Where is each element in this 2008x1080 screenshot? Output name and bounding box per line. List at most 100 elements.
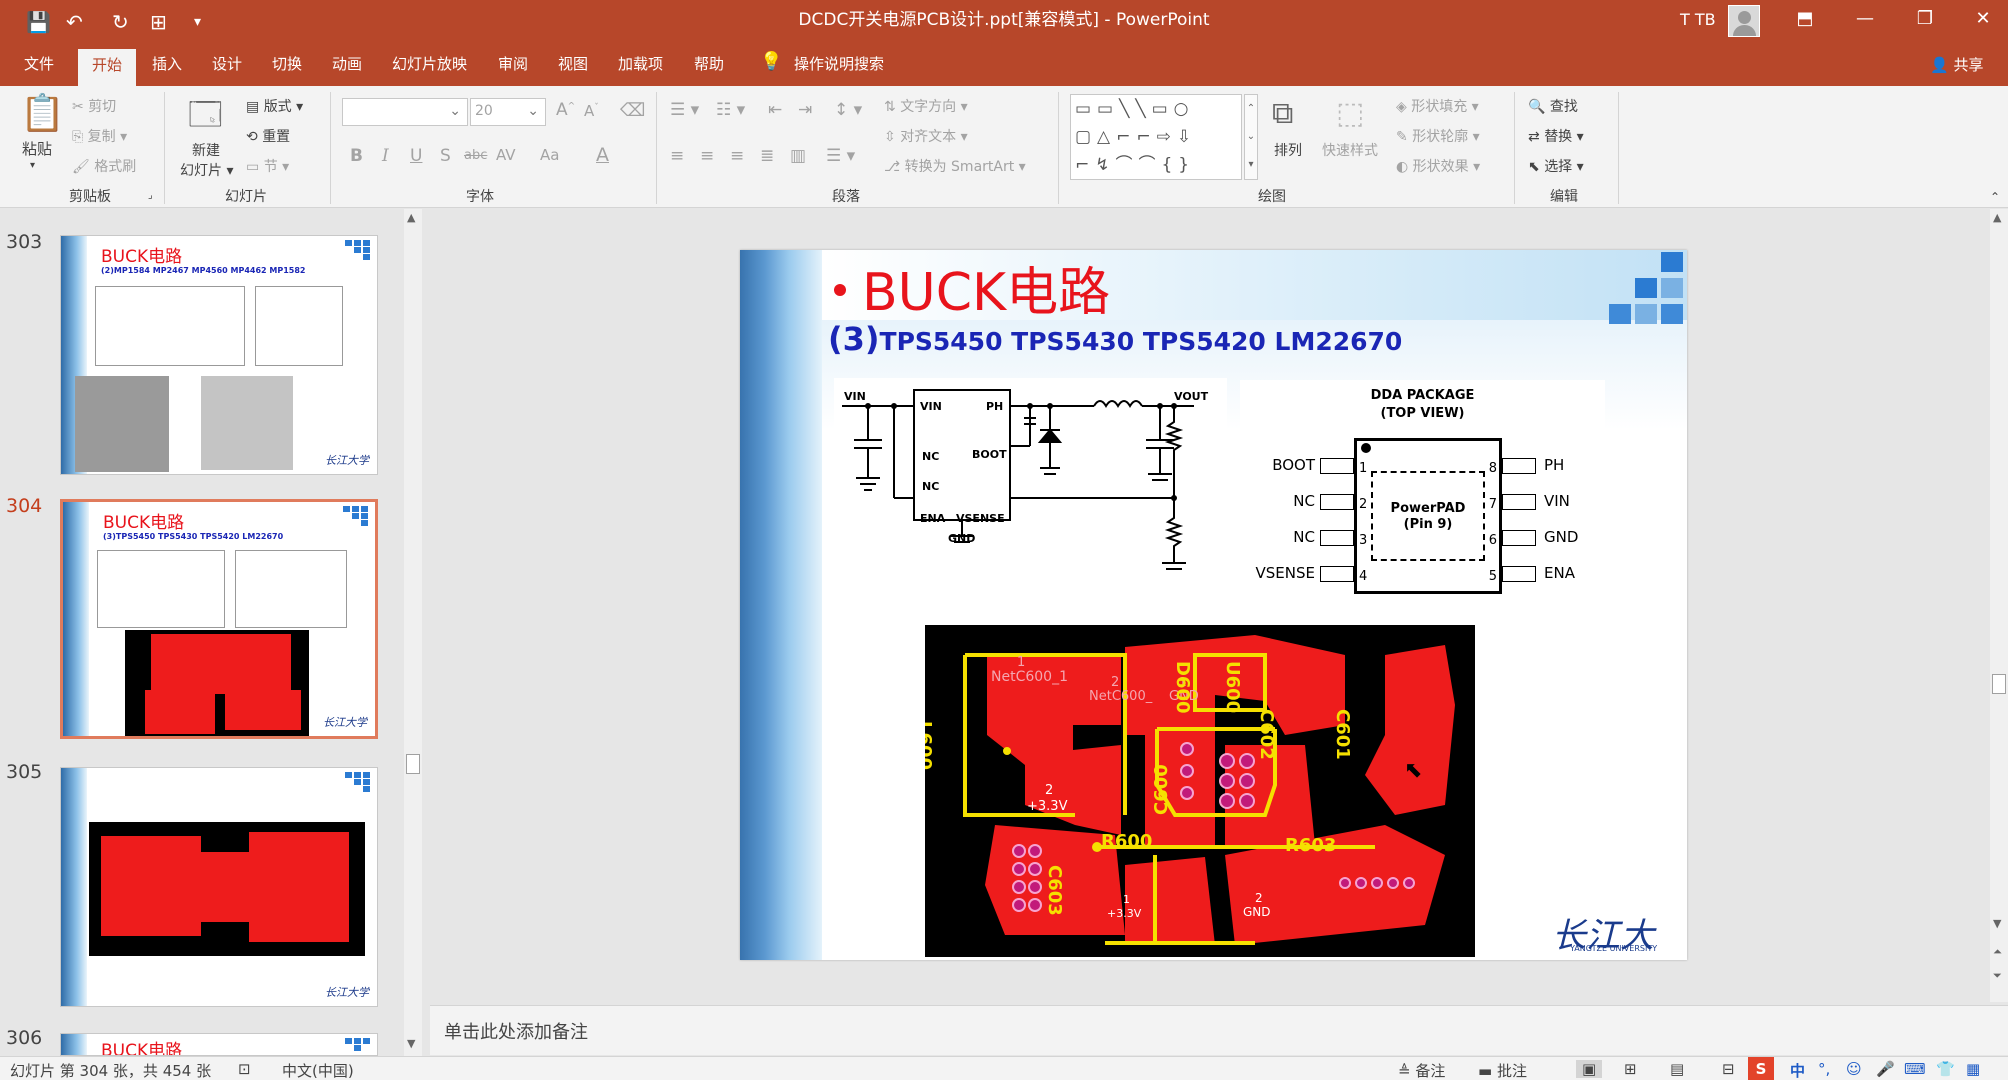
scroll-down-icon[interactable]: ▼ <box>407 1037 415 1050</box>
cut-button[interactable]: ✂ 剪切 <box>72 96 116 116</box>
char-spacing-button[interactable]: AV <box>496 146 516 164</box>
layout-button[interactable]: ▤ 版式 ▾ <box>246 96 303 116</box>
tab-animations[interactable]: 动画 <box>332 54 362 74</box>
increase-indent-icon[interactable]: ⇥ <box>798 100 812 120</box>
tab-transitions[interactable]: 切换 <box>272 54 302 74</box>
notes-placeholder[interactable]: 单击此处添加备注 <box>444 1018 588 1044</box>
sogou-ime-icon[interactable]: S <box>1748 1057 1774 1080</box>
slide-subtitle[interactable]: (3)TPS5450 TPS5430 TPS5420 LM22670 <box>828 320 1402 358</box>
format-painter-button[interactable]: 🖌 格式刷 <box>72 156 136 176</box>
tell-me-search[interactable]: 操作说明搜索 <box>794 54 884 74</box>
close-button[interactable]: ✕ <box>1968 8 1998 29</box>
next-slide-icon[interactable]: ⏷ <box>1993 969 2002 983</box>
notes-toggle[interactable]: ≜ 备注 <box>1398 1060 1445 1080</box>
slide-thumbnail-303[interactable]: BUCK电路 (2)MP1584 MP2467 MP4560 MP4462 MP… <box>60 235 378 475</box>
tab-design[interactable]: 设计 <box>212 54 242 74</box>
voice-icon[interactable]: 🎤 <box>1876 1060 1895 1078</box>
shape-fill-button[interactable]: ◈ 形状填充 ▾ <box>1396 96 1479 116</box>
clipboard-launcher-icon[interactable]: ⌟ <box>148 190 153 201</box>
text-direction-button[interactable]: ⇅ 文字方向 ▾ <box>884 96 968 116</box>
user-name[interactable]: T TB <box>1680 10 1716 29</box>
tab-home[interactable]: 开始 <box>78 49 137 86</box>
new-slide-icon[interactable]: 🗔 <box>188 92 223 146</box>
minimize-button[interactable]: — <box>1850 8 1880 29</box>
lightbulb-icon[interactable]: 💡 <box>760 52 782 72</box>
columns-icon[interactable]: ▥ <box>790 146 806 166</box>
shapes-gallery-scroll[interactable]: ⌃ ⌄ ▾ <box>1244 94 1258 180</box>
tab-help[interactable]: 帮助 <box>694 54 724 74</box>
tab-addins[interactable]: 加载项 <box>618 54 663 74</box>
select-button[interactable]: ⬉ 选择 ▾ <box>1528 156 1584 176</box>
collapse-ribbon-icon[interactable]: ⌃ <box>1990 190 2000 204</box>
align-text-button[interactable]: ⇳ 对齐文本 ▾ <box>884 126 968 146</box>
strikethrough-button[interactable]: abc <box>464 148 487 163</box>
buck-schematic[interactable]: VIN VOUT VIN PH NC BOOT NC ENA VSENSE GN… <box>834 378 1227 620</box>
replace-button[interactable]: ⇄ 替换 ▾ <box>1528 126 1584 146</box>
slideshow-view-icon[interactable]: ⊟ <box>1722 1060 1735 1078</box>
slide-thumbnail-306[interactable]: BUCK电路 <box>60 1033 378 1056</box>
new-slide-button[interactable]: 新建 <box>192 140 220 160</box>
notes-pane[interactable]: 单击此处添加备注 <box>430 1005 2008 1055</box>
decrease-indent-icon[interactable]: ⇤ <box>768 100 782 120</box>
scroll-down-icon[interactable]: ▼ <box>1993 917 2001 930</box>
paste-button[interactable]: 粘贴 <box>22 138 52 159</box>
font-color-button[interactable]: A <box>596 144 609 166</box>
tab-file[interactable]: 文件 <box>24 54 54 74</box>
clear-format-icon[interactable]: ⌫ <box>620 100 645 121</box>
tab-insert[interactable]: 插入 <box>152 54 182 74</box>
shadow-button[interactable]: S <box>440 146 451 166</box>
comments-toggle[interactable]: ▬ 批注 <box>1478 1060 1527 1080</box>
change-case-button[interactable]: Aa <box>540 146 559 164</box>
pcb-layout-image[interactable]: 1 NetC600_1 2 NetC600_ 1 GND D600 U600 C… <box>925 625 1475 957</box>
scrollbar-thumb[interactable] <box>1992 674 2006 694</box>
toolbox-icon[interactable]: ▦ <box>1966 1060 1980 1078</box>
numbering-icon[interactable]: ☷ ▾ <box>716 100 745 120</box>
font-size-combo[interactable]: 20 ⌄ <box>470 98 546 126</box>
align-right-icon[interactable]: ≡ <box>730 146 744 166</box>
arrange-button[interactable]: 排列 <box>1274 140 1302 160</box>
underline-button[interactable]: U <box>410 146 422 166</box>
paste-dropdown-icon[interactable]: ▾ <box>30 160 35 171</box>
new-slide-button-line2[interactable]: 幻灯片 ▾ <box>180 160 233 180</box>
thumbnail-scrollbar[interactable]: ▲ ▼ <box>404 209 422 1056</box>
shrink-font-icon[interactable]: Aˇ <box>584 102 599 120</box>
smartart-button[interactable]: ⎇ 转换为 SmartArt ▾ <box>884 156 1026 176</box>
shape-outline-button[interactable]: ✎ 形状轮廓 ▾ <box>1396 126 1480 146</box>
justify-icon[interactable]: ≣ <box>760 146 774 166</box>
reset-button[interactable]: ⟲ 重置 <box>246 126 290 146</box>
keyboard-icon[interactable]: ⌨ <box>1904 1060 1926 1078</box>
slide-title[interactable]: BUCK电路 <box>834 250 1110 325</box>
paste-icon[interactable]: 📋 <box>20 92 65 134</box>
italic-button[interactable]: I <box>382 146 389 166</box>
shape-effects-button[interactable]: ◐ 形状效果 ▾ <box>1396 156 1480 176</box>
restore-button[interactable]: ❐ <box>1910 8 1940 29</box>
share-button[interactable]: 👤 共享 <box>1930 54 1983 75</box>
section-button[interactable]: ▭ 节 ▾ <box>246 156 289 176</box>
distributed-icon[interactable]: ☰ ▾ <box>826 146 855 166</box>
language-indicator[interactable]: 中文(中国) <box>282 1060 354 1080</box>
align-center-icon[interactable]: ≡ <box>700 146 714 166</box>
prev-slide-icon[interactable]: ⏶ <box>1993 945 2002 959</box>
copy-button[interactable]: ⎘ 复制 ▾ <box>72 126 127 146</box>
font-name-combo[interactable]: ⌄ <box>342 98 468 126</box>
scroll-up-icon[interactable]: ▲ <box>1993 211 2001 224</box>
ime-mode[interactable]: 中 <box>1790 1060 1805 1080</box>
tab-slideshow[interactable]: 幻灯片放映 <box>392 54 467 74</box>
slide-thumbnail-305[interactable]: 长江大学 <box>60 767 378 1007</box>
align-left-icon[interactable]: ≡ <box>670 146 684 166</box>
scroll-up-icon[interactable]: ▲ <box>407 211 415 224</box>
grow-font-icon[interactable]: A^ <box>556 100 575 120</box>
arrange-icon[interactable]: ⧉ <box>1272 96 1293 131</box>
dda-package-pinout[interactable]: DDA PACKAGE (TOP VIEW) PowerPAD (Pin 9) … <box>1240 380 1605 605</box>
normal-view-icon[interactable]: ▣ <box>1576 1060 1603 1078</box>
skin-icon[interactable]: 👕 <box>1936 1060 1955 1078</box>
slide-sorter-icon[interactable]: ⊞ <box>1624 1060 1637 1078</box>
ribbon-display-icon[interactable]: ⬒ <box>1790 8 1820 29</box>
punctuation-icon[interactable]: °, <box>1818 1060 1830 1078</box>
editor-scrollbar[interactable]: ▲ ▼ ⏶ ⏷ <box>1990 209 2008 1002</box>
slide-canvas[interactable]: BUCK电路 (3)TPS5450 TPS5430 TPS5420 LM2267… <box>740 250 1687 960</box>
emoji-icon[interactable]: ☺ <box>1846 1060 1862 1078</box>
tab-view[interactable]: 视图 <box>558 54 588 74</box>
bold-button[interactable]: B <box>350 146 363 166</box>
quick-styles-button[interactable]: 快速样式 <box>1322 140 1378 160</box>
